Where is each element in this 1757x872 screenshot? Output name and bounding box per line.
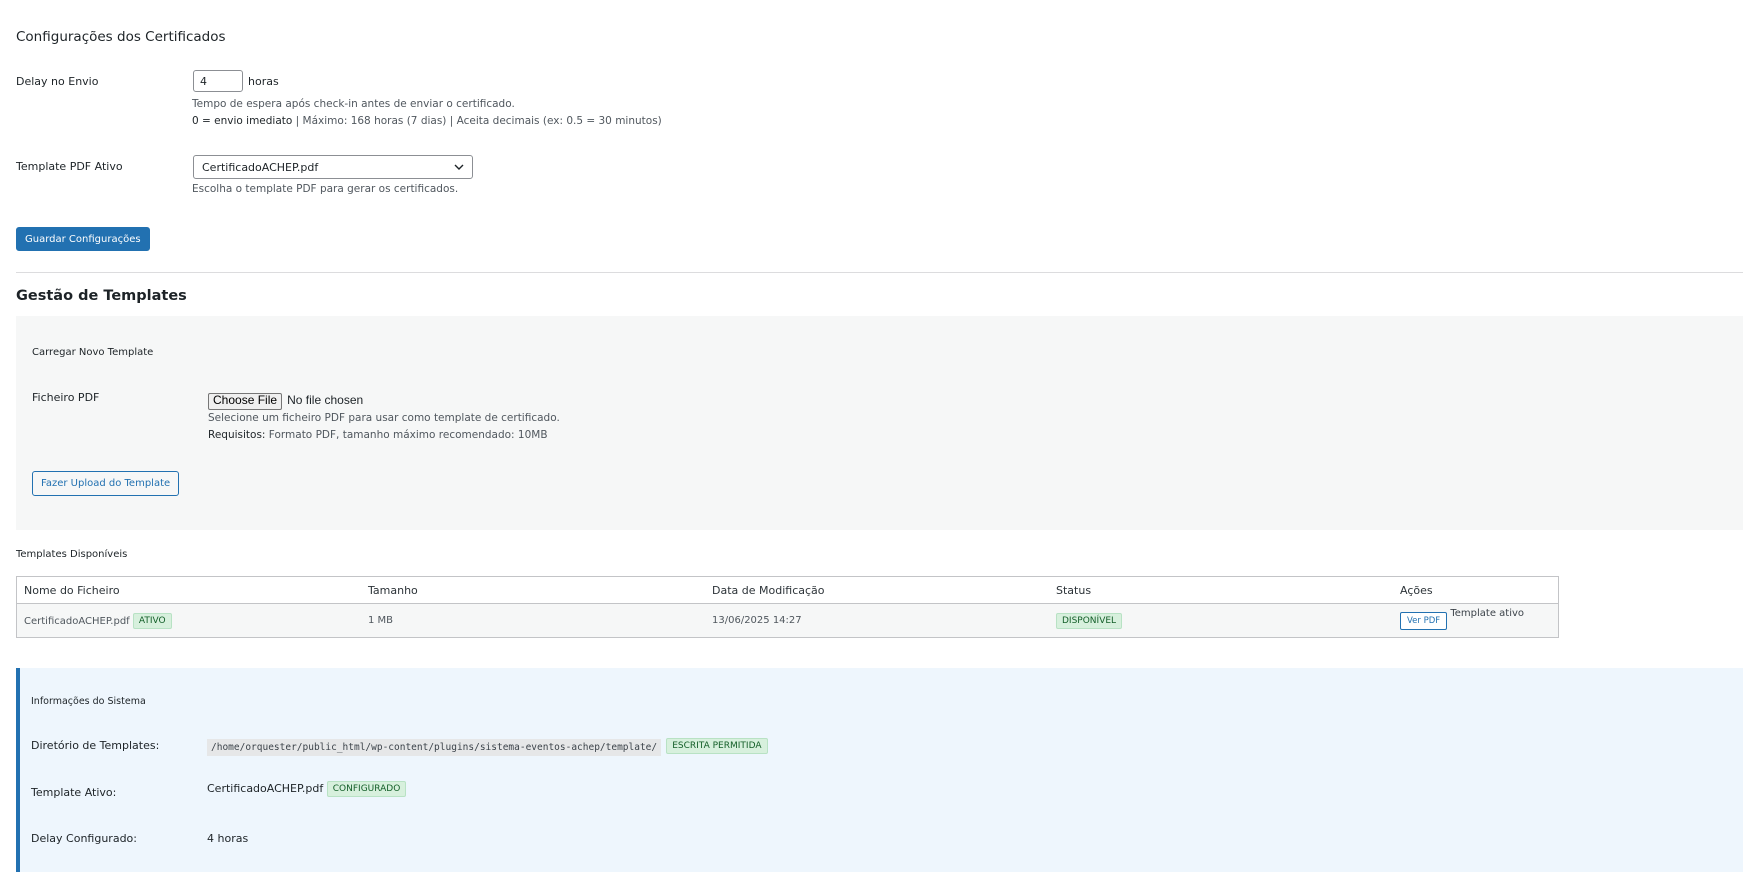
page: Configurações dos Certificados Delay no … [0, 0, 1757, 872]
write-permission-badge: ESCRITA PERMITIDA [666, 737, 768, 754]
delay-help: Tempo de espera após check-in antes de e… [192, 96, 662, 130]
active-template-wrap: CertificadoACHEP.pdf CONFIGURADO [207, 781, 407, 797]
cell-modified: 13/06/2025 14:27 [705, 603, 1049, 638]
col-size: Tamanho [361, 576, 705, 604]
template-select-value: CertificadoACHEP.pdf [202, 160, 319, 174]
delay-configured-label: Delay Configurado: [31, 832, 137, 845]
col-status: Status [1049, 576, 1393, 604]
template-select[interactable]: CertificadoACHEP.pdf [193, 155, 473, 179]
templates-table: Nome do Ficheiro Tamanho Data de Modific… [16, 576, 1559, 638]
dir-label: Diretório de Templates: [31, 739, 160, 752]
upload-help-strong: Requisitos: [208, 429, 266, 441]
templates-title: Gestão de Templates [16, 288, 187, 304]
delay-help-line1: Tempo de espera após check-in antes de e… [192, 98, 515, 110]
settings-title: Configurações dos Certificados [16, 29, 226, 45]
cell-name: CertificadoACHEP.pdf ATIVO [16, 603, 361, 638]
active-template-label: Template Ativo: [31, 786, 117, 799]
status-badge: DISPONÍVEL [1056, 612, 1123, 629]
available-templates-title: Templates Disponíveis [16, 549, 128, 560]
chevron-down-icon [454, 164, 464, 170]
delay-unit: horas [248, 75, 279, 88]
configured-badge: CONFIGURADO [326, 781, 407, 797]
system-info-panel [16, 668, 1743, 872]
dir-value-wrap: /home/orquester/public_html/wp-content/p… [207, 735, 768, 756]
file-label: Ficheiro PDF [32, 391, 100, 404]
template-label: Template PDF Ativo [16, 160, 123, 173]
col-modified: Data de Modificação [705, 576, 1049, 604]
upload-template-button[interactable]: Fazer Upload do Template [32, 471, 180, 496]
system-info-heading: Informações do Sistema [31, 696, 146, 707]
delay-input[interactable] [193, 70, 243, 92]
table-row: CertificadoACHEP.pdf ATIVO 1 MB 13/06/20… [16, 603, 1559, 638]
save-settings-button[interactable]: Guardar Configurações [16, 227, 150, 251]
delay-help-line2: 0 = envio imediato | Máximo: 168 horas (… [192, 113, 662, 130]
upload-help-line1: Selecione um ficheiro PDF para usar como… [208, 412, 560, 424]
upload-help-rest: Formato PDF, tamanho máximo recomendado:… [265, 429, 548, 441]
upload-help-line2: Requisitos: Formato PDF, tamanho máximo … [208, 427, 560, 444]
delay-label: Delay no Envio [16, 75, 99, 88]
table-header-row: Nome do Ficheiro Tamanho Data de Modific… [16, 576, 1559, 604]
delay-help-rest: | Máximo: 168 horas (7 dias) | Aceita de… [292, 115, 662, 127]
template-help: Escolha o template PDF para gerar os cer… [192, 183, 459, 195]
col-actions: Ações [1393, 576, 1559, 604]
cell-size: 1 MB [361, 603, 705, 638]
cell-actions: Ver PDF Template ativo [1393, 603, 1559, 638]
delay-help-strong: 0 = envio imediato [192, 115, 293, 127]
file-input[interactable]: Choose File No file chosen [208, 389, 363, 410]
upload-heading: Carregar Novo Template [32, 347, 154, 358]
upload-help: Selecione um ficheiro PDF para usar como… [208, 410, 560, 444]
dir-path: /home/orquester/public_html/wp-content/p… [207, 739, 662, 756]
no-file-text: No file chosen [287, 393, 364, 407]
view-pdf-button[interactable]: Ver PDF [1400, 611, 1448, 630]
delay-configured-value: 4 horas [207, 832, 249, 845]
template-filename: CertificadoACHEP.pdf [24, 615, 130, 627]
choose-file-button[interactable]: Choose File [208, 393, 283, 410]
section-divider [16, 272, 1743, 273]
active-template-value: CertificadoACHEP.pdf [207, 782, 324, 795]
col-name: Nome do Ficheiro [16, 576, 361, 604]
cell-status: DISPONÍVEL [1049, 603, 1393, 638]
active-badge: ATIVO [132, 612, 172, 629]
action-note: Template ativo [1450, 607, 1525, 619]
